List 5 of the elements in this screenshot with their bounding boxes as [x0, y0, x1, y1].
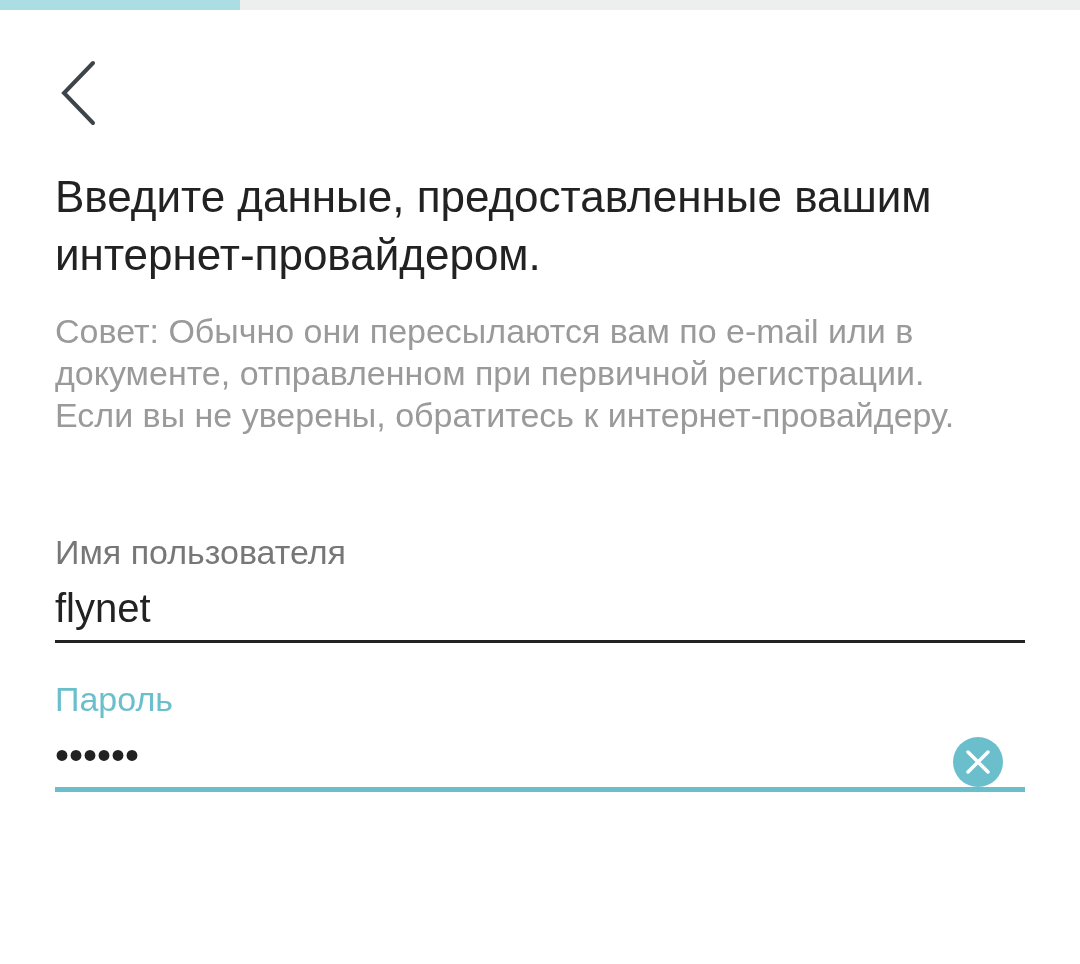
field-label: Пароль — [55, 679, 174, 719]
page-title: Введите данные, предоставленные вашим интернет-провайдером. — [55, 171, 933, 281]
field-label: Имя пользователя — [55, 532, 347, 572]
hint-text: Совет: Обычно они пересылаются вам по e-mail или в документе, отправленном при первичной регистрации. Если вы не уверены, обратитесь к интернет-провайдеру. — [55, 311, 956, 436]
input-field[interactable]: flynet — [55, 572, 1025, 643]
